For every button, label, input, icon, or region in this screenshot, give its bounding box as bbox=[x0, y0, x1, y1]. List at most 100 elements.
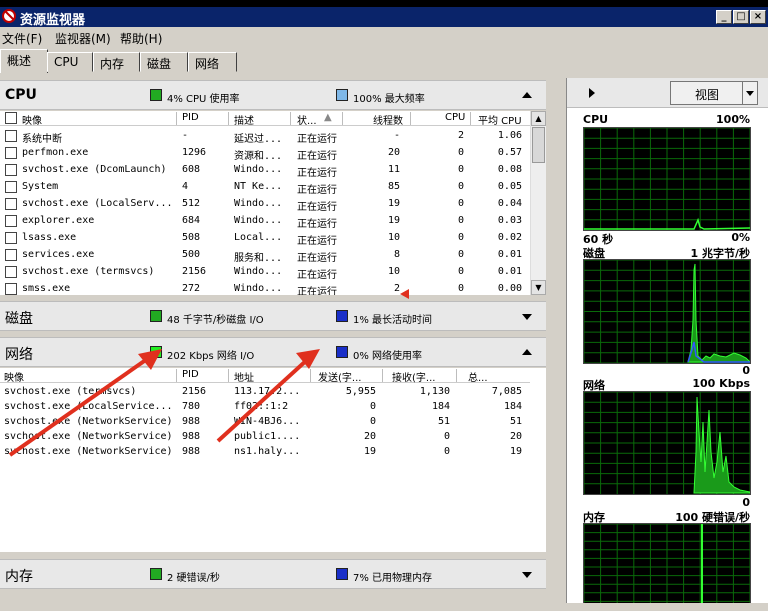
collapse-icon[interactable] bbox=[522, 349, 532, 355]
cpu-process-table: 映像 PID 描述 状... ▲ 线程数 CPU 平均 CPU 系统中断 - 延迟过… bbox=[0, 111, 546, 295]
expand-icon[interactable] bbox=[522, 314, 532, 320]
select-all-checkbox[interactable] bbox=[5, 112, 17, 124]
cpu-graph-min: 0% bbox=[731, 231, 750, 244]
tab-network[interactable]: 网络 bbox=[188, 52, 237, 72]
menu-help[interactable]: 帮助(H) bbox=[120, 30, 162, 47]
col-pid[interactable]: PID bbox=[182, 112, 199, 123]
table-cell: lsass.exe bbox=[22, 232, 77, 243]
table-cell: 0 bbox=[443, 431, 450, 442]
cpu-freq-text: 100% 最大频率 bbox=[353, 94, 425, 105]
table-cell: 0.01 bbox=[497, 266, 522, 277]
row-checkbox[interactable] bbox=[5, 283, 17, 295]
cpu-graph-label: CPU bbox=[583, 113, 609, 126]
collapse-pane-icon[interactable] bbox=[589, 88, 595, 98]
table-cell: Windo... bbox=[234, 215, 283, 226]
table-row[interactable]: svchost.exe (DcomLaunch) 608 Windo... 正在运行 1… bbox=[0, 162, 530, 179]
row-checkbox[interactable] bbox=[5, 198, 17, 210]
disk-active-text: 1% 最长活动时间 bbox=[353, 315, 433, 326]
table-row[interactable]: lsass.exe 508 Local... 正在运行 10 0 0.02 bbox=[0, 230, 530, 247]
col-cpu[interactable]: CPU bbox=[445, 112, 465, 123]
table-cell: 0.05 bbox=[497, 181, 522, 192]
table-row[interactable]: explorer.exe 684 Windo... 正在运行 19 0 0.03 bbox=[0, 213, 530, 230]
table-cell: 0.08 bbox=[497, 164, 522, 175]
row-checkbox[interactable] bbox=[5, 215, 17, 227]
title-bar: 资源监视器 _ □ × bbox=[0, 0, 768, 28]
table-cell: Windo... bbox=[234, 266, 283, 277]
minimize-button[interactable]: _ bbox=[716, 10, 732, 24]
chevron-down-icon[interactable] bbox=[742, 82, 757, 104]
table-row[interactable]: perfmon.exe 1296 资源和... 正在运行 20 0 0.57 bbox=[0, 145, 530, 162]
table-cell: 51 bbox=[509, 416, 522, 427]
cpu-graph-plot bbox=[583, 127, 751, 230]
table-row[interactable]: svchost.exe (termsvcs) 2156 Windo... 正在运行 10… bbox=[0, 264, 530, 281]
table-cell: 0.02 bbox=[497, 232, 522, 243]
row-checkbox[interactable] bbox=[5, 181, 17, 193]
table-cell: 0.57 bbox=[497, 147, 522, 158]
col-image[interactable]: 映像 bbox=[22, 112, 42, 127]
table-cell: 19 bbox=[387, 215, 400, 226]
row-checkbox[interactable] bbox=[5, 266, 17, 278]
cpu-table-header: 映像 PID 描述 状... ▲ 线程数 CPU 平均 CPU bbox=[0, 111, 530, 127]
cpu-section-title: CPU bbox=[5, 87, 37, 103]
cpu-table-scrollbar[interactable]: ▲ ▼ bbox=[530, 111, 546, 295]
disk-section-title: 磁盘 bbox=[5, 311, 33, 327]
scroll-up-icon[interactable]: ▲ bbox=[531, 111, 546, 126]
view-button[interactable]: 视图 bbox=[670, 81, 758, 105]
table-cell: 19 bbox=[509, 446, 522, 457]
table-cell: 0 bbox=[457, 147, 464, 158]
table-cell: 4 bbox=[182, 181, 189, 192]
table-cell: 资源和... bbox=[234, 151, 283, 162]
tab-disk[interactable]: 磁盘 bbox=[140, 52, 188, 72]
table-row[interactable]: 系统中断 - 延迟过... 正在运行 - 2 1.06 bbox=[0, 128, 530, 145]
table-cell: 19 bbox=[387, 198, 400, 209]
table-cell: svchost.exe (termsvcs) bbox=[22, 266, 155, 277]
table-cell: 正在运行 bbox=[297, 185, 337, 196]
table-cell: 0 bbox=[457, 283, 464, 294]
row-checkbox[interactable] bbox=[5, 130, 17, 142]
table-row[interactable]: smss.exe 272 Windo... 正在运行 2 0 0.00 bbox=[0, 281, 530, 295]
table-cell: 0.04 bbox=[497, 198, 522, 209]
table-cell: 正在运行 bbox=[297, 236, 337, 247]
tab-cpu[interactable]: CPU bbox=[47, 52, 93, 72]
memory-section-header[interactable]: 内存 2 硬错误/秒 7% 已用物理内存 bbox=[0, 559, 546, 589]
memory-used-swatch bbox=[336, 568, 348, 580]
pane-splitter[interactable] bbox=[549, 78, 566, 611]
table-cell: 2 bbox=[393, 283, 400, 294]
table-cell: 8 bbox=[393, 249, 400, 260]
scroll-down-icon[interactable]: ▼ bbox=[531, 280, 546, 295]
col-avg-cpu[interactable]: 平均 CPU bbox=[478, 112, 522, 127]
tab-overview[interactable]: 概述 bbox=[0, 49, 48, 73]
maximize-button[interactable]: □ bbox=[733, 10, 749, 24]
cpu-graph-max: 100% bbox=[716, 113, 750, 126]
row-checkbox[interactable] bbox=[5, 232, 17, 244]
close-button[interactable]: × bbox=[750, 10, 766, 24]
col-status[interactable]: 状... bbox=[297, 112, 317, 127]
table-row[interactable]: services.exe 500 服务和... 正在运行 8 0 0.01 bbox=[0, 247, 530, 264]
cpu-section-header[interactable]: CPU 4% CPU 使用率 100% 最大频率 bbox=[0, 80, 546, 110]
table-cell: 正在运行 bbox=[297, 219, 337, 230]
col-description[interactable]: 描述 bbox=[234, 112, 254, 127]
disk-graph-min: 0 bbox=[742, 364, 750, 377]
table-row[interactable]: System 4 NT Ke... 正在运行 85 0 0.05 bbox=[0, 179, 530, 196]
table-row[interactable]: svchost.exe (LocalServ... 512 Windo... 正在运行… bbox=[0, 196, 530, 213]
menu-bar: 文件(F) 监视器(M) 帮助(H) bbox=[0, 27, 768, 47]
table-cell: 正在运行 bbox=[297, 151, 337, 162]
col-received[interactable]: 接收(字... bbox=[392, 369, 435, 384]
tab-memory[interactable]: 内存 bbox=[93, 52, 140, 72]
cpu-freq-swatch bbox=[336, 89, 348, 101]
menu-file[interactable]: 文件(F) bbox=[2, 30, 42, 47]
table-cell: 20 bbox=[387, 147, 400, 158]
row-checkbox[interactable] bbox=[5, 147, 17, 159]
disk-section-header[interactable]: 磁盘 48 千字节/秒磁盘 I/O 1% 最长活动时间 bbox=[0, 301, 546, 331]
table-cell: 0 bbox=[457, 181, 464, 192]
col-threads[interactable]: 线程数 bbox=[373, 112, 403, 127]
row-checkbox[interactable] bbox=[5, 164, 17, 176]
table-cell: Windo... bbox=[234, 283, 283, 294]
graph-pane: 视图 CPU 100% 60 秒 0% 磁盘 1 兆字节/秒 0 网络 100 … bbox=[566, 78, 768, 611]
scroll-thumb[interactable] bbox=[532, 127, 545, 163]
collapse-icon[interactable] bbox=[522, 92, 532, 98]
expand-icon[interactable] bbox=[522, 572, 532, 578]
row-checkbox[interactable] bbox=[5, 249, 17, 261]
menu-monitor[interactable]: 监视器(M) bbox=[55, 30, 111, 47]
col-total[interactable]: 总... bbox=[468, 369, 488, 384]
